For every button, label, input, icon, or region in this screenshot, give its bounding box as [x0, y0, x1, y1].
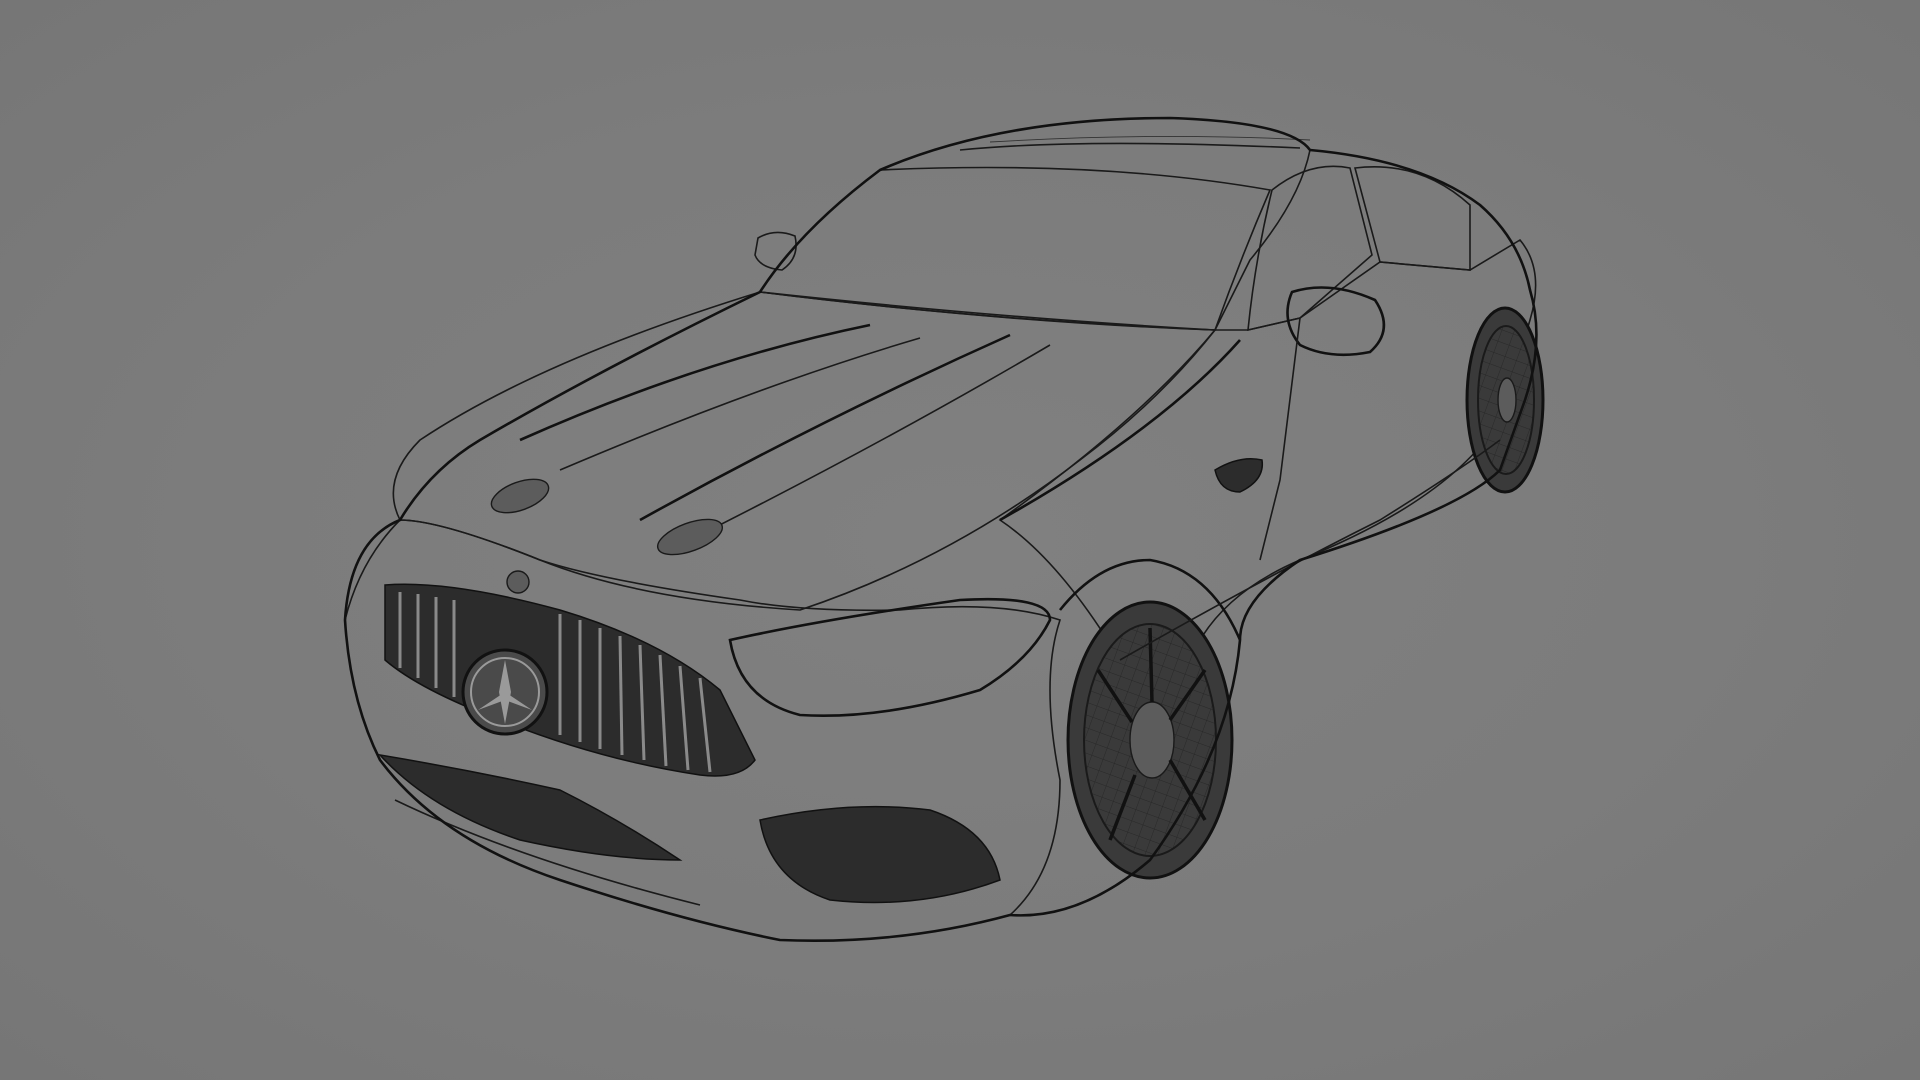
side-body: [998, 238, 1537, 661]
fender-vent: [1214, 458, 1264, 493]
rear-wheel: [1465, 306, 1545, 494]
side-window-front: [1247, 165, 1373, 332]
lower-intake-side: [759, 805, 1001, 904]
headlight: [728, 597, 1052, 718]
hood-badge-icon: [506, 570, 530, 594]
roof-panel: [758, 117, 1311, 331]
car-wireframe-model[interactable]: [0, 0, 1920, 1080]
windshield: [758, 166, 1272, 331]
3d-viewport[interactable]: [0, 0, 1920, 1080]
star-emblem-icon: [461, 648, 549, 736]
side-mirror-left: [1286, 286, 1386, 357]
